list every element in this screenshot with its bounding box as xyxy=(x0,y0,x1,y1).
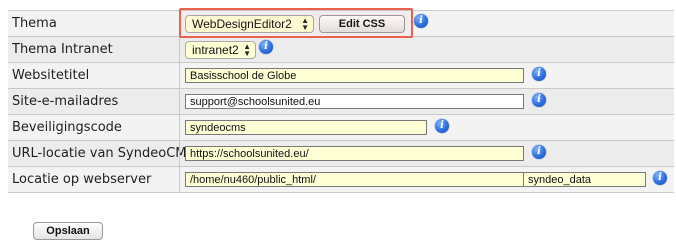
data-folder-input[interactable]: syndeo_data xyxy=(523,172,646,187)
column-divider xyxy=(179,63,180,88)
info-icon[interactable]: i xyxy=(532,93,546,107)
info-icon[interactable]: i xyxy=(653,171,667,185)
opslaan-button[interactable]: Opslaan xyxy=(33,222,103,240)
row-websitetitel: Websitetitel Basisschool de Globe i xyxy=(8,63,674,89)
column-divider xyxy=(179,115,180,140)
row-beveiligingscode: Beveiligingscode syndeocms i xyxy=(8,115,674,141)
beveiligingscode-label: Beveiligingscode xyxy=(12,120,122,135)
info-icon[interactable]: i xyxy=(414,14,428,28)
site-emailadres-input[interactable]: support@schoolsunited.eu xyxy=(185,94,524,109)
row-thema-intranet: Thema Intranet intranet2 ▲ ▼ i xyxy=(8,37,674,63)
row-locatie-webserver: Locatie op webserver /home/nu460/public_… xyxy=(8,167,674,193)
thema-intranet-label: Thema Intranet xyxy=(12,42,113,57)
info-icon[interactable]: i xyxy=(532,145,546,159)
locatie-webserver-input[interactable]: /home/nu460/public_html/ xyxy=(185,172,524,187)
row-site-emailadres: Site-e-mailadres support@schoolsunited.e… xyxy=(8,89,674,115)
locatie-webserver-label: Locatie op webserver xyxy=(12,172,152,187)
beveiligingscode-input[interactable]: syndeocms xyxy=(185,120,427,135)
info-icon[interactable]: i xyxy=(435,119,449,133)
url-locatie-input[interactable]: https://schoolsunited.eu/ xyxy=(185,146,524,161)
thema-intranet-select[interactable]: intranet2 ▲ ▼ xyxy=(185,41,256,59)
thema-intranet-select-value: intranet2 xyxy=(192,43,239,57)
websitetitel-label: Websitetitel xyxy=(12,68,90,83)
url-locatie-label: URL-locatie van SyndeoCMS xyxy=(12,146,195,161)
updown-arrows-icon: ▲ ▼ xyxy=(243,42,251,58)
info-icon[interactable]: i xyxy=(532,67,546,81)
column-divider xyxy=(179,37,180,62)
websitetitel-input[interactable]: Basisschool de Globe xyxy=(185,68,524,83)
site-emailadres-label: Site-e-mailadres xyxy=(12,94,119,109)
thema-label: Thema xyxy=(12,16,57,31)
column-divider xyxy=(179,141,180,166)
highlight-annotation xyxy=(179,8,413,38)
column-divider xyxy=(179,167,180,192)
info-icon[interactable]: i xyxy=(259,40,273,54)
column-divider xyxy=(179,89,180,114)
row-url-locatie: URL-locatie van SyndeoCMS https://school… xyxy=(8,141,674,167)
